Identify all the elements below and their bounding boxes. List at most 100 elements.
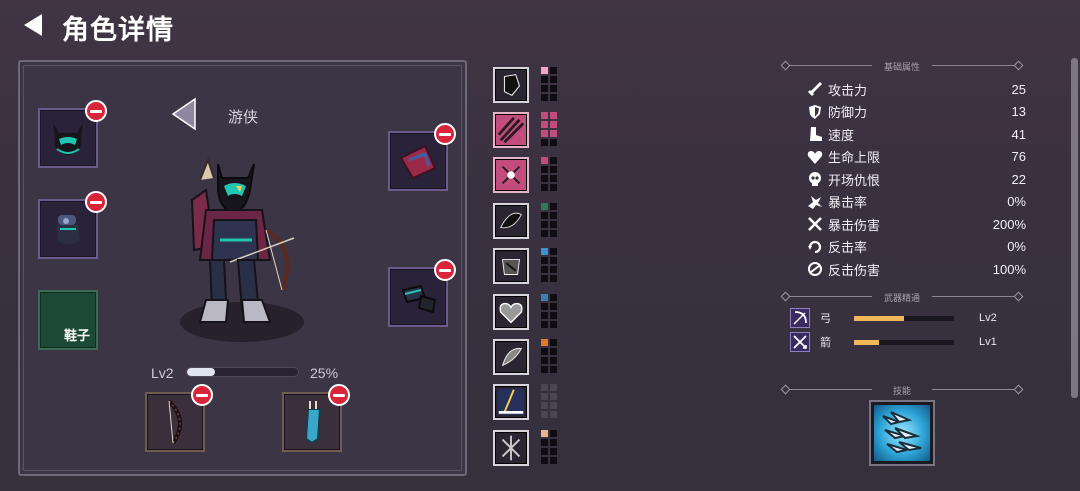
rune-icon — [497, 116, 525, 144]
rune-pip — [550, 203, 557, 210]
rune-pip — [541, 384, 548, 391]
rune-pip — [550, 76, 557, 83]
rune-pip — [541, 130, 548, 137]
rune-pip — [550, 175, 557, 182]
rune-slot[interactable] — [493, 157, 529, 193]
xp-progress-bar — [186, 367, 299, 377]
rune-pip — [550, 139, 557, 146]
skills-header: 技能 — [780, 384, 1024, 396]
rune-pip — [541, 393, 548, 400]
burst-icon — [806, 193, 824, 211]
triangle-left-icon — [171, 97, 196, 131]
rune-slot[interactable] — [493, 67, 529, 103]
rune-icon — [501, 347, 523, 367]
rune-pip — [541, 312, 548, 319]
xp-percent: 25% — [310, 365, 339, 381]
rune-pip — [550, 303, 557, 310]
rune-pip — [550, 230, 557, 237]
stat-name: 开场仇恨 — [828, 172, 881, 188]
stat-value: 0% — [1007, 194, 1026, 209]
stat-value: 41 — [1011, 126, 1026, 142]
rune-pip — [550, 157, 557, 164]
stat-value: 200% — [992, 216, 1026, 232]
rune-slot[interactable] — [493, 112, 529, 148]
stat-name: 暴击伤害 — [828, 217, 881, 233]
remove-bracer-button[interactable] — [434, 259, 456, 281]
rune-pip — [550, 248, 557, 255]
rune-pip — [541, 366, 548, 373]
rune-icon — [501, 258, 521, 275]
rune-pip — [550, 221, 557, 228]
rune-pip — [550, 257, 557, 264]
mastery-name: 箭 — [820, 337, 831, 349]
rune-pip — [541, 266, 548, 273]
class-prev-button[interactable] — [171, 97, 197, 131]
remove-bow-button[interactable] — [191, 384, 213, 406]
rune-pip — [541, 94, 548, 101]
rune-slot[interactable] — [493, 430, 529, 466]
boots-slot[interactable]: 鞋子 — [38, 290, 98, 350]
remove-gloves-button[interactable] — [85, 191, 107, 213]
skill-slot[interactable] — [871, 402, 933, 464]
rune-slot[interactable] — [493, 203, 529, 239]
rune-pip — [541, 203, 548, 210]
rune-pip — [541, 439, 548, 446]
remove-quiver-button[interactable] — [328, 384, 350, 406]
rune-pip — [550, 439, 557, 446]
rune-pip — [550, 339, 557, 346]
mastery-name: 弓 — [820, 313, 831, 325]
stat-row: 防御力 13 — [806, 101, 1026, 123]
scrollbar[interactable] — [1071, 58, 1078, 398]
stat-row: 速度 41 — [806, 123, 1026, 145]
stat-name: 生命上限 — [828, 150, 881, 165]
header-bar: 角色详情 — [0, 0, 1080, 50]
rune-pip — [541, 321, 548, 328]
rune-pip — [550, 384, 557, 391]
back-button[interactable] — [18, 10, 48, 40]
rune-pip — [550, 94, 557, 101]
rune-icon — [503, 74, 520, 96]
remove-helmet-button[interactable] — [85, 100, 107, 122]
counter-icon — [806, 238, 824, 256]
rune-pip — [541, 221, 548, 228]
remove-offhand-button[interactable] — [434, 123, 456, 145]
rune-icon — [499, 302, 523, 324]
rune-slot[interactable] — [493, 339, 529, 375]
arrow-icon — [790, 332, 810, 352]
rune-level-pips — [541, 157, 557, 191]
rune-pip — [541, 411, 548, 418]
rune-slot[interactable] — [493, 248, 529, 284]
rune-slot[interactable] — [493, 384, 529, 420]
rune-pip — [541, 339, 548, 346]
counter-damage-icon — [806, 260, 824, 278]
boots-slot-label: 鞋子 — [63, 328, 90, 343]
rune-level-pips — [541, 67, 557, 101]
mastery-list: 弓 Lv2 箭 Lv1 — [790, 307, 997, 355]
rune-icon — [497, 388, 525, 416]
mastery-level: Lv2 — [979, 312, 997, 324]
stat-value: 13 — [1011, 104, 1026, 119]
base-attributes-title: 基础属性 — [883, 62, 920, 72]
rune-pip — [550, 85, 557, 92]
stat-name: 速度 — [828, 127, 855, 143]
rune-pip — [550, 166, 557, 173]
stat-name: 反击伤害 — [828, 262, 881, 278]
rune-pip — [550, 212, 557, 219]
rune-pip — [550, 402, 557, 409]
rune-pip — [550, 448, 557, 455]
rune-pip — [550, 411, 557, 418]
rune-slot[interactable] — [493, 294, 529, 330]
rune-pip — [541, 166, 548, 173]
rune-pip — [541, 430, 548, 437]
rune-pip — [550, 294, 557, 301]
shield-icon — [806, 103, 824, 121]
page-title: 角色详情 — [62, 15, 174, 45]
gauntlet-icon — [56, 215, 80, 244]
quiver-item-icon — [304, 401, 322, 445]
rune-pip — [541, 112, 548, 119]
mastery-level: Lv1 — [979, 336, 997, 348]
rune-pip — [550, 121, 557, 128]
rune-pip — [541, 357, 548, 364]
class-name: 游侠 — [228, 109, 259, 126]
mastery-progress-fill — [854, 339, 879, 345]
